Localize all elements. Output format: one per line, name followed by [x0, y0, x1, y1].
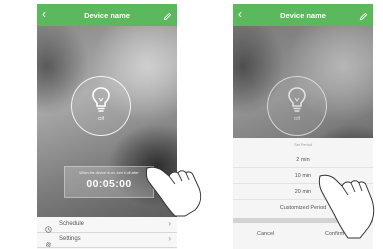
period-option-2min[interactable]: 2 min — [233, 153, 373, 168]
countdown-timer-panel[interactable]: When the device is on, turn it off after… — [64, 166, 154, 198]
settings-menu-list: Schedule › Settings › — [37, 217, 177, 249]
chevron-right-icon: › — [168, 218, 171, 228]
chevron-right-icon: › — [168, 233, 171, 243]
timer-value: 00:05:00 — [86, 178, 132, 190]
power-toggle-button[interactable]: Off — [71, 76, 131, 136]
lightbulb-icon — [92, 87, 110, 112]
hand-pointer-icon — [318, 174, 375, 239]
back-icon[interactable]: ‹ — [238, 7, 242, 21]
menu-item-schedule[interactable]: Schedule › — [37, 217, 177, 233]
device-name-title: Device name — [84, 10, 130, 20]
timer-hint-text: When the device is on, turn it off after — [79, 171, 139, 175]
sheet-title: Set Period — [294, 143, 312, 147]
header-bar: ‹ Device name — [37, 4, 177, 26]
menu-item-settings[interactable]: Settings › — [37, 232, 177, 248]
hand-pointer-icon — [145, 166, 202, 217]
cancel-button[interactable]: Cancel — [257, 231, 274, 237]
device-name-title: Device name — [280, 10, 326, 20]
edit-pencil-icon[interactable] — [163, 8, 172, 26]
menu-item-label: Schedule — [59, 220, 85, 227]
menu-item-label: Settings — [59, 235, 81, 242]
edit-pencil-icon[interactable] — [359, 8, 368, 26]
bulb-state-label: Off — [98, 116, 104, 121]
gear-icon — [45, 235, 52, 249]
header-bar: ‹ Device name — [233, 4, 373, 26]
back-icon[interactable]: ‹ — [42, 7, 46, 21]
